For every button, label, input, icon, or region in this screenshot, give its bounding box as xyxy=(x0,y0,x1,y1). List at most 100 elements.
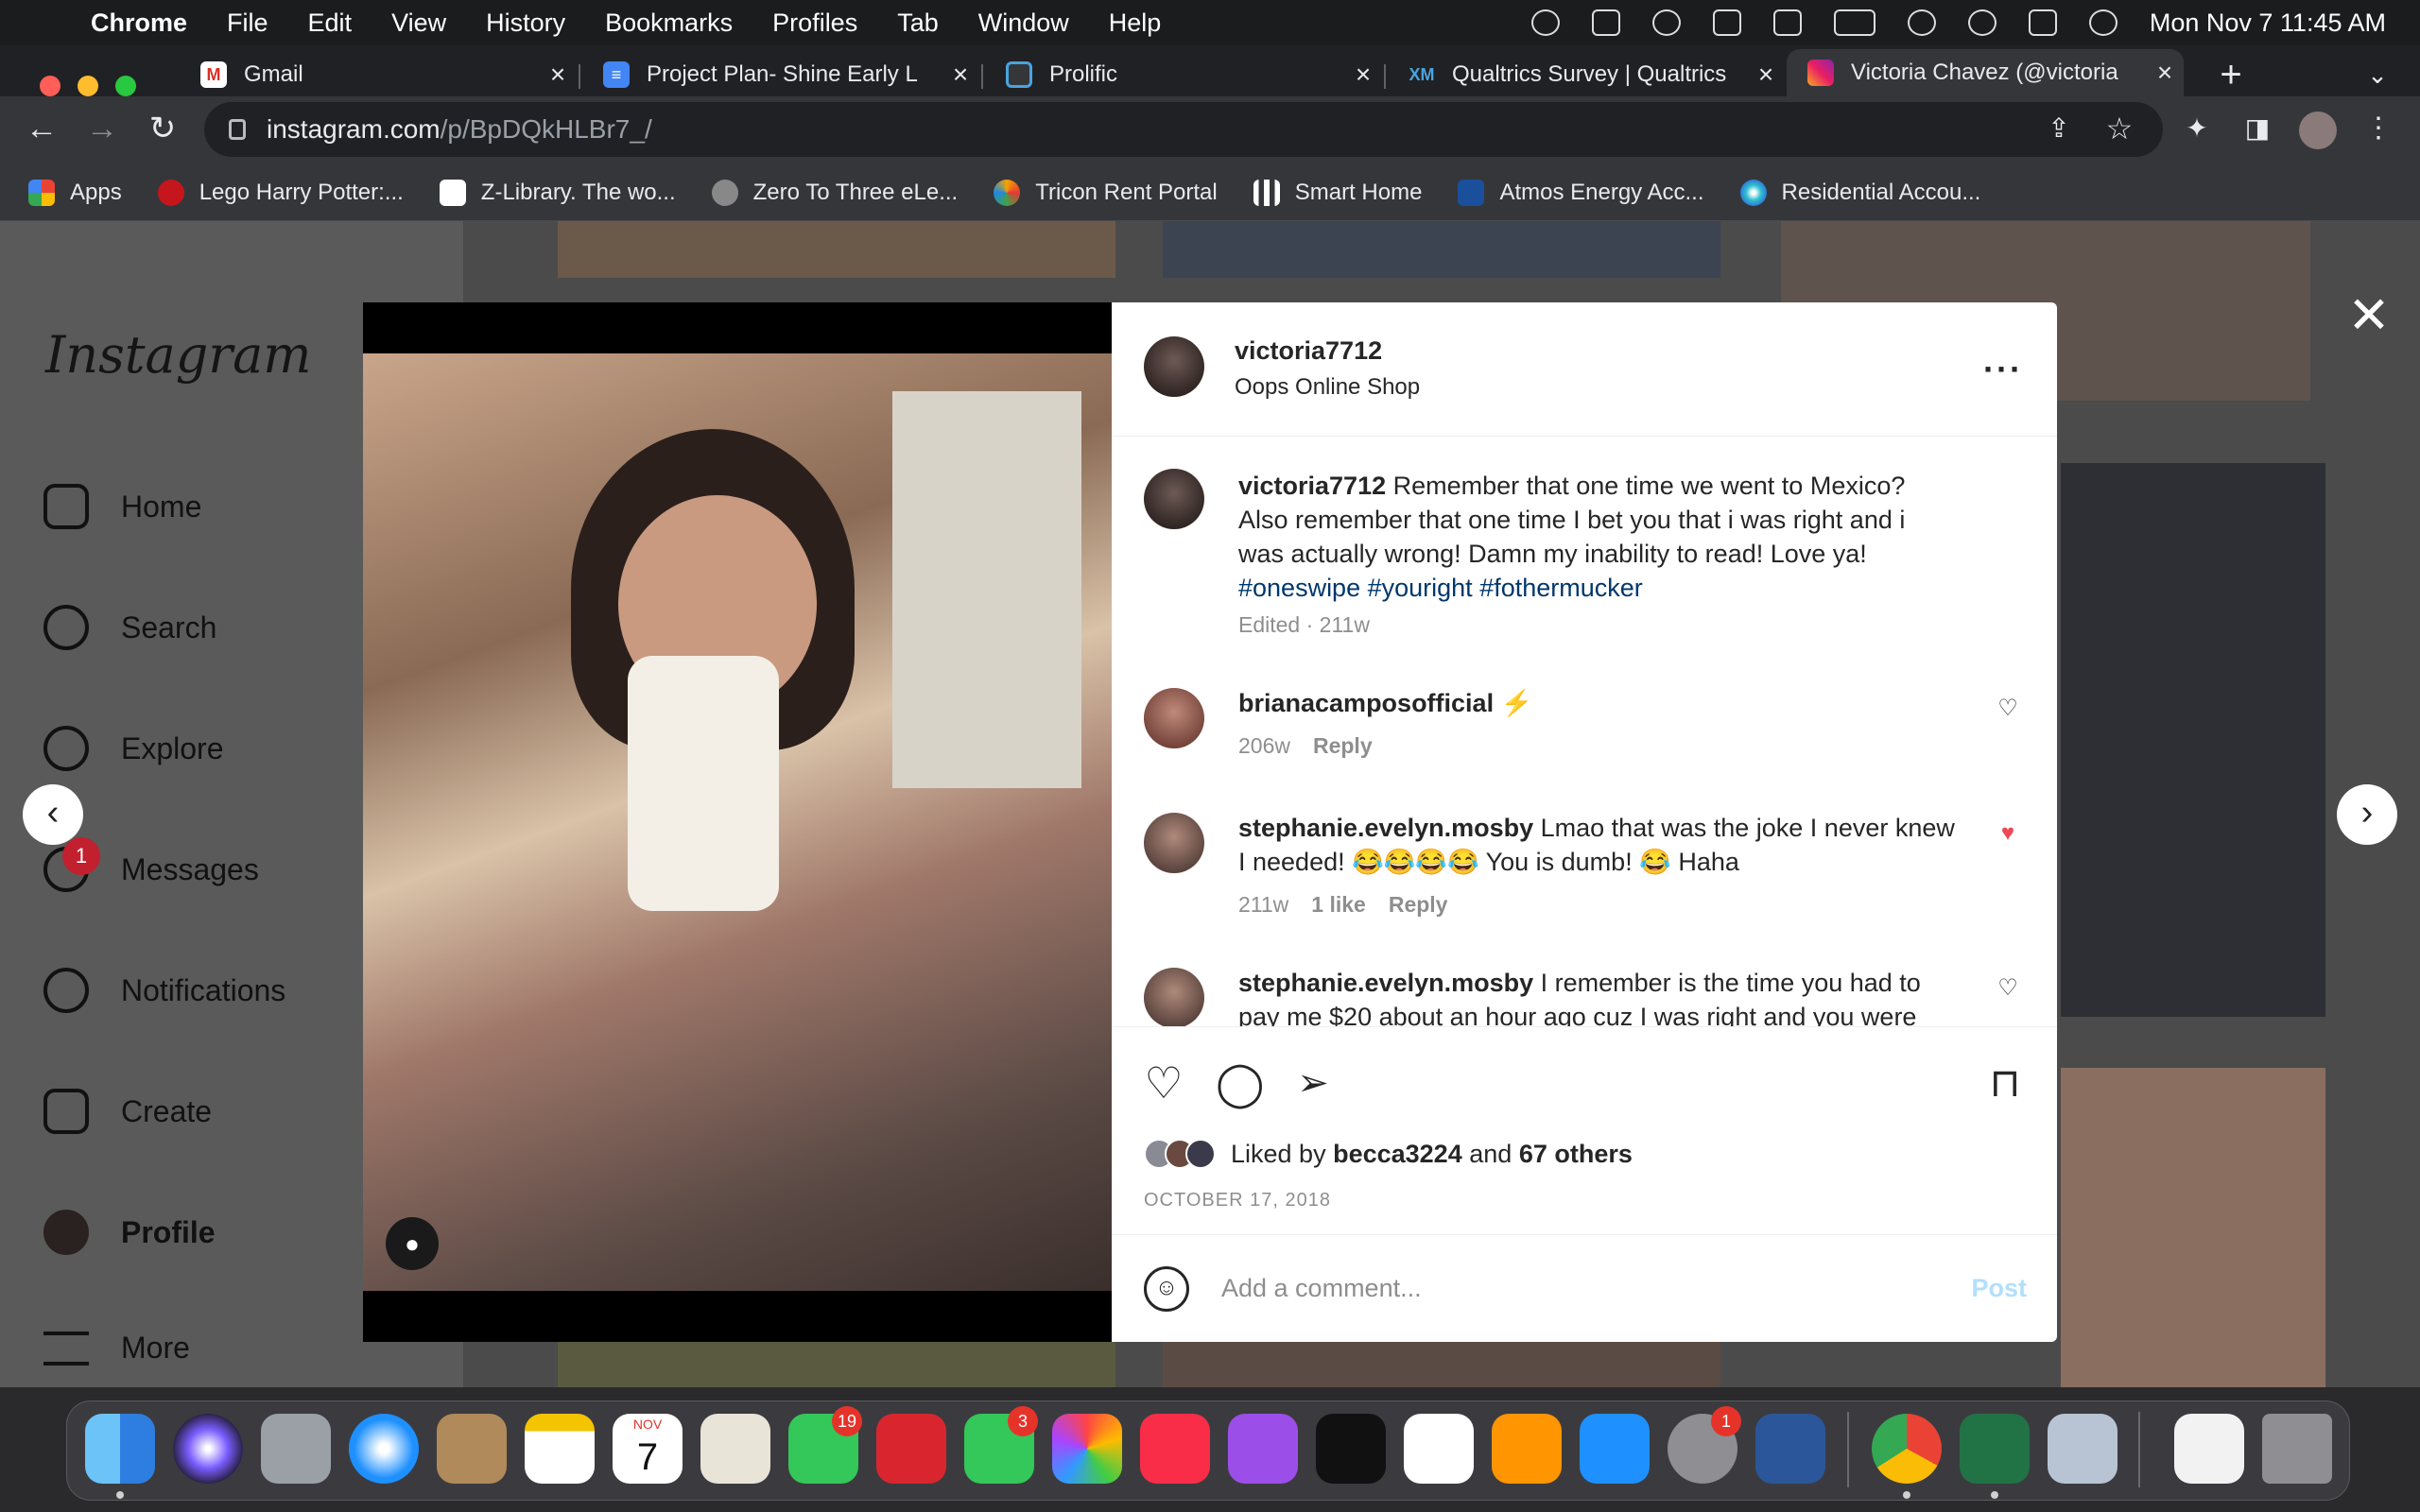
next-post-button[interactable]: › xyxy=(2337,784,2397,845)
caption-avatar[interactable] xyxy=(1144,469,1204,529)
comment-liked-heart-icon[interactable]: ♥ xyxy=(1996,822,2019,845)
menu-edit[interactable]: Edit xyxy=(308,9,353,38)
hashtag[interactable]: #fothermucker xyxy=(1479,574,1643,602)
chrome-dock-icon[interactable] xyxy=(1872,1414,1942,1484)
share-icon[interactable]: ⇪ xyxy=(2036,106,2082,151)
side-panel-icon[interactable]: ◨ xyxy=(2235,106,2280,151)
chrome-menu-icon[interactable]: ⋮ xyxy=(2356,106,2401,151)
menu-file[interactable]: File xyxy=(227,9,268,38)
window-minimize-button[interactable] xyxy=(78,76,98,96)
tab-close-icon[interactable]: × xyxy=(942,60,979,90)
share-paper-plane-icon[interactable]: ➢ xyxy=(1289,1059,1337,1107)
tab-qualtrics[interactable]: XM Qualtrics Survey | Qualtrics × xyxy=(1388,53,1785,96)
music-icon[interactable] xyxy=(1140,1414,1210,1484)
lock-icon[interactable] xyxy=(229,119,246,140)
bookmark-z-library[interactable]: Z-Library. The wo... xyxy=(439,179,676,206)
nav-create[interactable]: Create xyxy=(43,1089,212,1134)
hashtag[interactable]: #oneswipe xyxy=(1238,574,1360,602)
comment-like-heart-icon[interactable]: ♡ xyxy=(1996,697,2019,720)
menu-tab[interactable]: Tab xyxy=(897,9,939,38)
notes-icon[interactable] xyxy=(525,1414,595,1484)
menu-chrome[interactable]: Chrome xyxy=(91,9,187,38)
comment-likes[interactable]: 1 like xyxy=(1311,892,1366,917)
word-icon[interactable] xyxy=(1755,1414,1825,1484)
tab-close-icon[interactable]: × xyxy=(539,60,577,90)
apple-tv-icon[interactable] xyxy=(1316,1414,1386,1484)
bookmark-zero-to-three[interactable]: Zero To Three eLe... xyxy=(711,179,958,206)
safari-icon[interactable] xyxy=(349,1414,419,1484)
reply-button[interactable]: Reply xyxy=(1389,892,1448,917)
window-zoom-button[interactable] xyxy=(115,76,136,96)
reply-button[interactable]: Reply xyxy=(1313,733,1373,758)
address-bar[interactable]: instagram.com/p/BpDQkHLBr7_/ xyxy=(204,102,2163,157)
save-bookmark-icon[interactable]: ⊓ xyxy=(1981,1059,2029,1107)
bookmark-tricon[interactable]: Tricon Rent Portal xyxy=(994,179,1218,206)
excel-icon[interactable] xyxy=(1960,1414,2030,1484)
contacts-icon[interactable] xyxy=(437,1414,507,1484)
comment-age[interactable]: 211w xyxy=(1238,892,1288,917)
nav-home[interactable]: Home xyxy=(43,484,201,529)
bookmark-star-icon[interactable]: ☆ xyxy=(2097,106,2142,151)
liked-by-user[interactable]: becca3224 xyxy=(1333,1140,1462,1169)
post-comment-button[interactable]: Post xyxy=(1971,1274,2027,1303)
comment-input[interactable] xyxy=(1221,1274,1972,1303)
tab-instagram[interactable]: Victoria Chavez (@victoria × xyxy=(1787,49,2184,96)
menu-view[interactable]: View xyxy=(391,9,446,38)
menu-history[interactable]: History xyxy=(486,9,565,38)
trash-icon[interactable] xyxy=(2262,1414,2332,1484)
caption-username[interactable]: victoria7712 xyxy=(1238,472,1386,500)
podcasts-icon[interactable] xyxy=(1228,1414,1298,1484)
menu-profiles[interactable]: Profiles xyxy=(772,9,857,38)
time-machine-icon[interactable] xyxy=(1651,9,1681,36)
bookmark-atmos[interactable]: Atmos Energy Acc... xyxy=(1458,179,1704,206)
calendar-icon[interactable]: NOV 7 xyxy=(613,1414,683,1484)
photos-icon[interactable] xyxy=(1052,1414,1122,1484)
tab-prolific[interactable]: Prolific × xyxy=(985,53,1382,96)
battery-icon[interactable] xyxy=(1833,9,1876,36)
menu-clock[interactable]: Mon Nov 7 11:45 AM xyxy=(2150,9,2386,38)
commenter-avatar[interactable] xyxy=(1144,968,1204,1026)
close-modal-icon[interactable]: ✕ xyxy=(2341,287,2397,344)
comment-age[interactable]: 206w xyxy=(1238,733,1290,758)
app-store-icon[interactable] xyxy=(1580,1414,1650,1484)
news-icon[interactable] xyxy=(1404,1414,1474,1484)
profile-avatar-icon[interactable] xyxy=(2295,106,2341,151)
tab-close-icon[interactable]: × xyxy=(1747,60,1785,90)
siri-icon[interactable] xyxy=(2088,9,2118,36)
menu-window[interactable]: Window xyxy=(978,9,1069,38)
new-tab-button[interactable]: + xyxy=(2203,53,2259,96)
hashtag[interactable]: #youright xyxy=(1368,574,1473,602)
nav-notifications[interactable]: Notifications xyxy=(43,968,285,1013)
tab-gmail[interactable]: M Gmail × xyxy=(180,53,577,96)
comment-username[interactable]: stephanie.evelyn.mosby xyxy=(1238,814,1533,842)
previous-post-button[interactable]: ‹ xyxy=(23,784,83,845)
notification-icon[interactable] xyxy=(1591,9,1620,36)
emoji-icon[interactable]: ☺ xyxy=(1144,1265,1189,1312)
launchpad-icon[interactable] xyxy=(261,1414,331,1484)
comment-bubble-icon[interactable]: ◯ xyxy=(1216,1059,1264,1107)
bluetooth-icon[interactable] xyxy=(1772,9,1802,36)
wifi-icon[interactable] xyxy=(1907,9,1936,36)
forward-button[interactable]: → xyxy=(79,106,125,151)
window-close-button[interactable] xyxy=(40,76,60,96)
menu-help[interactable]: Help xyxy=(1109,9,1162,38)
bookmark-residential[interactable]: Residential Accou... xyxy=(1739,179,1980,206)
comment-username[interactable]: brianacamposofficial xyxy=(1238,689,1494,717)
extensions-puzzle-icon[interactable]: ✦ xyxy=(2174,106,2220,151)
books-icon[interactable] xyxy=(1492,1414,1562,1484)
tab-close-icon[interactable]: × xyxy=(1344,60,1382,90)
siri-dock-icon[interactable] xyxy=(173,1414,243,1484)
tagged-user-icon[interactable]: ● xyxy=(386,1217,439,1270)
finder-icon[interactable] xyxy=(85,1414,155,1484)
tab-project-plan[interactable]: ≡ Project Plan- Shine Early L × xyxy=(582,53,979,96)
post-photo[interactable]: ● xyxy=(363,353,1112,1291)
bookmark-apps[interactable]: Apps xyxy=(28,179,122,206)
author-username[interactable]: victoria7712 xyxy=(1235,336,1382,366)
menu-bookmarks[interactable]: Bookmarks xyxy=(605,9,733,38)
tab-search-chevron-icon[interactable]: ⌄ xyxy=(2354,53,2401,96)
reload-button[interactable]: ↻ xyxy=(140,106,185,151)
tab-close-icon[interactable]: × xyxy=(2146,58,2184,88)
nav-search[interactable]: Search xyxy=(43,605,216,650)
author-avatar[interactable] xyxy=(1144,336,1204,397)
maps-icon[interactable] xyxy=(700,1414,770,1484)
